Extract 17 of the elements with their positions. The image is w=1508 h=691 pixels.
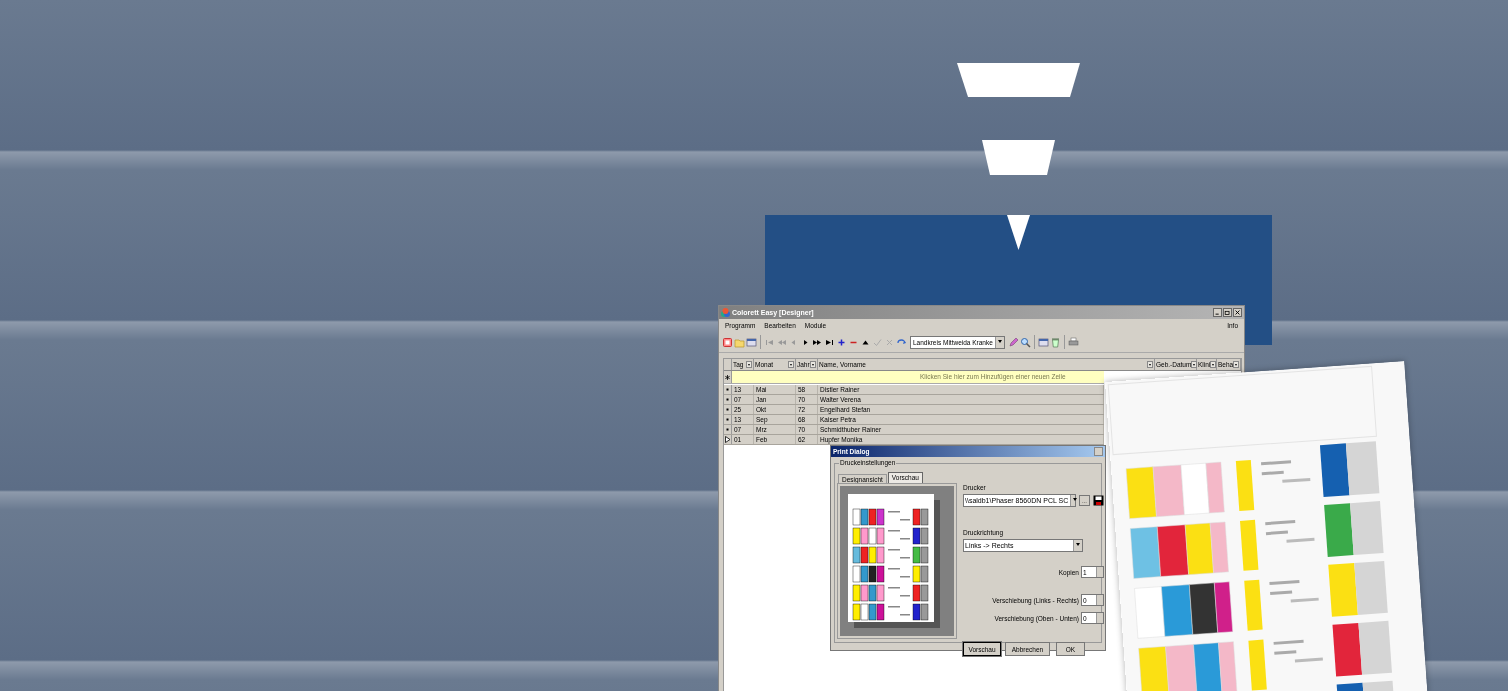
printer-icon[interactable] <box>1067 336 1079 348</box>
logo-icon <box>721 308 730 317</box>
close-icon <box>1234 309 1241 316</box>
search-icon[interactable] <box>1019 336 1031 348</box>
window-icon[interactable] <box>1037 336 1049 348</box>
stop-icon[interactable] <box>722 336 733 348</box>
restore-icon <box>1224 309 1231 316</box>
pen-icon[interactable] <box>1007 336 1019 348</box>
window-icon[interactable] <box>746 336 757 348</box>
triangle-shape <box>1007 215 1030 250</box>
close-button[interactable] <box>1233 308 1242 317</box>
check-icon[interactable] <box>872 336 883 348</box>
minimize-button[interactable] <box>1213 308 1222 317</box>
save-icon[interactable] <box>1093 495 1104 506</box>
restore-button[interactable] <box>1223 308 1232 317</box>
trash-icon[interactable] <box>1049 336 1061 348</box>
asterisk-icon <box>724 373 731 381</box>
